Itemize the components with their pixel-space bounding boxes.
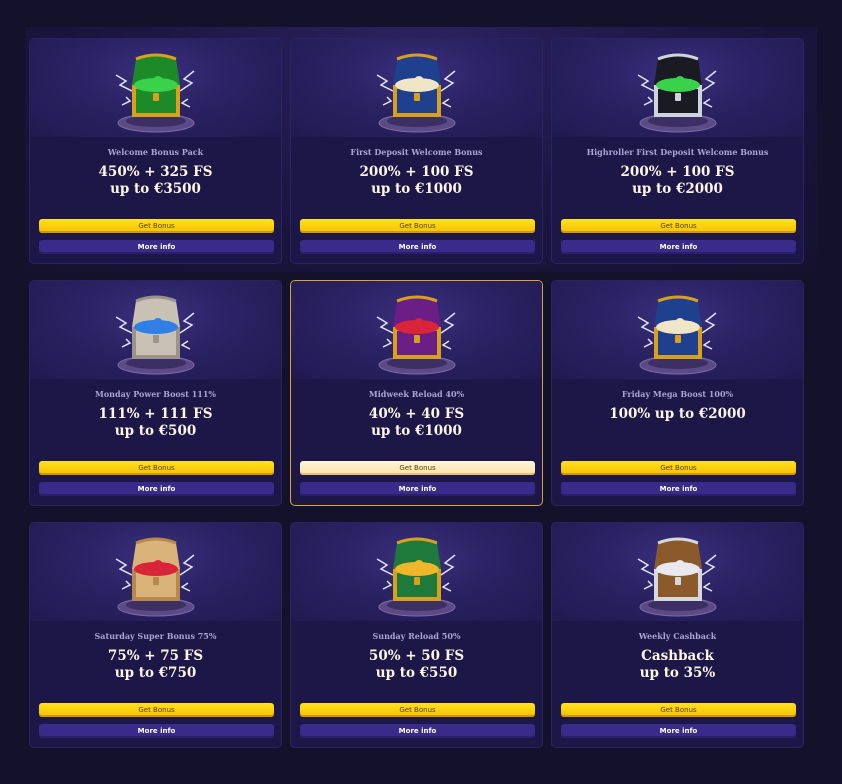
chest-blue-gold-icon (637, 295, 716, 375)
chest-purple-gold-icon (376, 295, 455, 375)
promo-offer-line-2: up to €750 (114, 665, 197, 681)
promo-name: Sunday Reload 50% (372, 631, 461, 641)
promo-offer-line-2: up to €1000 (371, 423, 462, 439)
promo-card: Sunday Reload 50% 50% + 50 FS up to €550… (290, 522, 543, 748)
get-bonus-button[interactable]: Get Bonus (561, 461, 796, 475)
chest-brown-silver-icon (637, 537, 716, 617)
promo-card-body: First Deposit Welcome Bonus 200% + 100 F… (291, 137, 542, 263)
get-bonus-button[interactable]: Get Bonus (561, 703, 796, 717)
promo-offer-line-2: up to €3500 (110, 181, 201, 197)
promo-name: First Deposit Welcome Bonus (350, 147, 483, 157)
promo-card: Saturday Super Bonus 75% 75% + 75 FS up … (29, 522, 282, 748)
get-bonus-button[interactable]: Get Bonus (39, 703, 274, 717)
promo-card-image-area (30, 523, 281, 621)
more-info-button[interactable]: More info (561, 724, 796, 738)
get-bonus-button[interactable]: Get Bonus (300, 461, 535, 475)
promo-card-body: Welcome Bonus Pack 450% + 325 FS up to €… (30, 137, 281, 263)
chest-tan-red-icon (115, 537, 194, 617)
promo-card: Weekly Cashback Cashback up to 35% Get B… (551, 522, 804, 748)
promo-offer: 200% + 100 FS up to €2000 (552, 164, 803, 198)
promo-offer: 200% + 100 FS up to €1000 (291, 164, 542, 198)
promo-card-body: Weekly Cashback Cashback up to 35% Get B… (552, 621, 803, 747)
promo-offer: 111% + 111 FS up to €500 (30, 406, 281, 440)
promo-card-body: Friday Mega Boost 100% 100% up to €2000 … (552, 379, 803, 505)
promo-offer: 75% + 75 FS up to €750 (30, 648, 281, 682)
promo-offer: 40% + 40 FS up to €1000 (291, 406, 542, 440)
promo-name: Friday Mega Boost 100% (621, 389, 734, 399)
more-info-button[interactable]: More info (300, 482, 535, 496)
get-bonus-button[interactable]: Get Bonus (300, 703, 535, 717)
more-info-button[interactable]: More info (561, 482, 796, 496)
promo-card: First Deposit Welcome Bonus 200% + 100 F… (290, 38, 543, 264)
more-info-button[interactable]: More info (300, 724, 535, 738)
get-bonus-button[interactable]: Get Bonus (300, 219, 535, 233)
promo-offer-line-1: 450% + 325 FS (98, 164, 213, 180)
more-info-button[interactable]: More info (39, 482, 274, 496)
promo-card-body: Midweek Reload 40% 40% + 40 FS up to €10… (291, 379, 542, 505)
promo-name: Highroller First Deposit Welcome Bonus (586, 147, 769, 157)
promo-offer-line-1: 75% + 75 FS (107, 648, 204, 664)
promo-card: Highroller First Deposit Welcome Bonus 2… (551, 38, 804, 264)
promo-card-image-area (30, 281, 281, 379)
more-info-button[interactable]: More info (561, 240, 796, 254)
promo-card-image-area (291, 39, 542, 137)
promo-offer-line-1: 40% + 40 FS (368, 406, 465, 422)
promo-card-image-area (291, 523, 542, 621)
promo-card-image-area (552, 523, 803, 621)
promo-card-image-area (552, 281, 803, 379)
promo-card: Midweek Reload 40% 40% + 40 FS up to €10… (290, 280, 543, 506)
promo-offer: Cashback up to 35% (552, 648, 803, 682)
promo-offer-line-2: up to €500 (114, 423, 197, 439)
chest-blue-gold-icon (376, 53, 455, 133)
promo-offer-line-2: up to €2000 (632, 181, 723, 197)
chest-green-gold-icon (376, 537, 455, 617)
promo-offer-line-1: 200% + 100 FS (359, 164, 474, 180)
promo-offer-line-2: up to €550 (375, 665, 458, 681)
chest-black-silver-icon (637, 53, 716, 133)
get-bonus-button[interactable]: Get Bonus (561, 219, 796, 233)
promo-offer-line-2: up to €1000 (371, 181, 462, 197)
promo-name: Weekly Cashback (638, 631, 717, 641)
promo-name: Welcome Bonus Pack (107, 147, 204, 157)
more-info-button[interactable]: More info (39, 240, 274, 254)
promo-card-body: Saturday Super Bonus 75% 75% + 75 FS up … (30, 621, 281, 747)
promo-offer: 50% + 50 FS up to €550 (291, 648, 542, 682)
promo-card-image-area (552, 39, 803, 137)
promo-offer-line-1: 100% up to €2000 (609, 406, 746, 422)
promo-offer-line-1: Cashback (641, 648, 714, 664)
promo-name: Saturday Super Bonus 75% (94, 631, 217, 641)
promo-offer: 100% up to €2000 (552, 406, 803, 423)
promotions-grid: Welcome Bonus Pack 450% + 325 FS up to €… (29, 38, 807, 748)
promo-card-body: Highroller First Deposit Welcome Bonus 2… (552, 137, 803, 263)
promo-offer-line-1: 111% + 111 FS (98, 406, 213, 422)
more-info-button[interactable]: More info (300, 240, 535, 254)
promo-card-image-area (291, 281, 542, 379)
promo-name: Midweek Reload 40% (368, 389, 465, 399)
get-bonus-button[interactable]: Get Bonus (39, 219, 274, 233)
more-info-button[interactable]: More info (39, 724, 274, 738)
promo-card-body: Sunday Reload 50% 50% + 50 FS up to €550… (291, 621, 542, 747)
promo-offer-line-2: up to 35% (639, 665, 716, 681)
get-bonus-button[interactable]: Get Bonus (39, 461, 274, 475)
promo-card: Welcome Bonus Pack 450% + 325 FS up to €… (29, 38, 282, 264)
promo-card: Monday Power Boost 111% 111% + 111 FS up… (29, 280, 282, 506)
promo-card: Friday Mega Boost 100% 100% up to €2000 … (551, 280, 804, 506)
promo-card-image-area (30, 39, 281, 137)
promo-offer-line-1: 200% + 100 FS (620, 164, 735, 180)
promo-card-body: Monday Power Boost 111% 111% + 111 FS up… (30, 379, 281, 505)
promo-offer: 450% + 325 FS up to €3500 (30, 164, 281, 198)
promo-offer-line-1: 50% + 50 FS (368, 648, 465, 664)
promo-name: Monday Power Boost 111% (94, 389, 217, 399)
chest-green-gold-icon (115, 53, 194, 133)
chest-grey-blue-icon (115, 295, 194, 375)
